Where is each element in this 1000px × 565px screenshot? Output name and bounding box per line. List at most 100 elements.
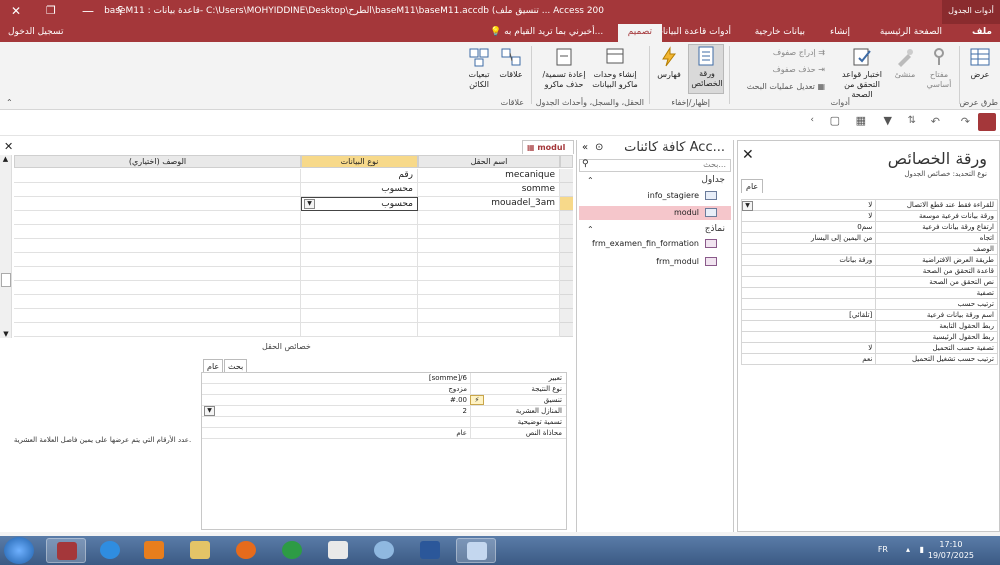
description-cell[interactable] — [14, 169, 301, 183]
property-row[interactable]: تصفية — [740, 287, 998, 299]
nav-pane-title[interactable]: كافة كائنات Acc... — [624, 140, 725, 155]
description-cell[interactable] — [14, 211, 301, 225]
field-property-row[interactable]: تعبير [somme]/6 — [202, 373, 566, 384]
primary-key-button[interactable]: مفتاح أساسي — [922, 46, 956, 90]
language-indicator[interactable]: FR — [878, 545, 888, 554]
builder-button[interactable]: منشئ — [890, 46, 920, 80]
data-type-cell[interactable]: محسوب — [301, 197, 418, 211]
table-row[interactable] — [0, 239, 575, 253]
sign-in-link[interactable]: تسجيل الدخول — [8, 27, 63, 37]
row-selector[interactable] — [560, 295, 573, 309]
nav-item-frm-modul[interactable]: frm_modul — [579, 255, 731, 269]
row-selector[interactable] — [560, 183, 573, 197]
data-type-cell[interactable]: رقم — [301, 169, 418, 183]
property-row[interactable]: ترتيب حسب — [740, 298, 998, 310]
property-row[interactable]: ربط الحقول التابعة — [740, 320, 998, 332]
close-property-sheet-icon[interactable]: ✕ — [742, 147, 754, 163]
field-property-row[interactable]: تنسيق #.00 ⚡ — [202, 395, 566, 406]
property-value[interactable]: لا — [740, 342, 877, 354]
field-name-cell[interactable] — [418, 225, 560, 239]
taskbar-app[interactable] — [456, 538, 496, 563]
row-selector[interactable] — [560, 267, 573, 281]
restore-icon[interactable]: ❐ — [46, 4, 56, 17]
property-value[interactable] — [740, 287, 877, 299]
dropdown-arrow-icon[interactable]: ▼ — [742, 201, 753, 211]
tab-external-data[interactable]: بيانات خارجية — [755, 27, 805, 37]
row-selector[interactable] — [560, 211, 573, 225]
collapse-ribbon-icon[interactable]: ⌃ — [6, 98, 13, 107]
description-cell[interactable] — [14, 267, 301, 281]
property-value[interactable]: ورقة بيانات — [740, 254, 877, 266]
property-value[interactable]: لا — [740, 210, 877, 222]
description-cell[interactable] — [14, 183, 301, 197]
taskbar-explorer[interactable] — [180, 538, 220, 563]
taskbar-chrome[interactable] — [272, 538, 312, 563]
tab-file[interactable]: ملف — [972, 27, 992, 37]
description-cell[interactable] — [14, 309, 301, 323]
tab-lookup[interactable]: بحث — [224, 359, 248, 373]
field-property-value[interactable]: #.00 — [216, 395, 470, 406]
row-selector[interactable] — [560, 169, 573, 183]
new-document-icon[interactable]: ▢ — [830, 114, 840, 127]
field-name-cell[interactable] — [418, 239, 560, 253]
field-property-value[interactable]: [somme]/6 — [216, 373, 470, 384]
modify-lookups-button[interactable]: تعديل عمليات البحث ▦ — [747, 82, 825, 91]
table-row[interactable] — [0, 281, 575, 295]
object-dependencies-button[interactable]: تبعيات الكائن — [464, 46, 494, 90]
row-selector[interactable] — [560, 323, 573, 337]
property-row[interactable]: ورقة بيانات طريقة العرض الافتراضية — [740, 254, 998, 266]
nav-search-input[interactable]: بحث... — [579, 159, 731, 172]
table-row[interactable]: somme محسوب — [0, 183, 575, 197]
property-row[interactable]: ربط الحقول الرئيسية — [740, 331, 998, 343]
redo-icon[interactable]: ↷ — [961, 115, 970, 128]
field-name-cell[interactable] — [418, 323, 560, 337]
taskbar-pdf[interactable] — [318, 538, 358, 563]
tray-expand-icon[interactable]: ▴ — [906, 545, 910, 554]
taskbar-access[interactable] — [46, 538, 86, 563]
clock[interactable]: 17:10 19/07/2025 — [928, 539, 974, 561]
minimize-icon[interactable]: — — [82, 4, 94, 18]
table-row[interactable]: ▼ mouadel_3am محسوب — [0, 197, 575, 211]
row-selector[interactable] — [560, 225, 573, 239]
test-validation-button[interactable]: اختبار قواعد التحقق من الصحة — [836, 46, 888, 100]
field-name-cell[interactable] — [418, 253, 560, 267]
customize-qat-icon[interactable]: ‹ — [810, 115, 814, 125]
field-name-cell[interactable]: mouadel_3am — [418, 197, 560, 211]
collapse-forms-icon[interactable]: ⌃ — [587, 225, 594, 234]
property-row[interactable]: الوصف — [740, 243, 998, 255]
table-row[interactable] — [0, 267, 575, 281]
nav-group-forms[interactable]: نماذج — [705, 224, 725, 234]
property-value[interactable] — [740, 298, 877, 310]
property-value[interactable] — [740, 276, 877, 288]
collapse-tables-icon[interactable]: ⌃ — [587, 176, 594, 185]
description-cell[interactable] — [14, 239, 301, 253]
table-row[interactable]: mecanique رقم — [0, 169, 575, 183]
description-cell[interactable] — [14, 225, 301, 239]
nav-item-modul[interactable]: modul — [579, 206, 731, 220]
field-name-cell[interactable] — [418, 211, 560, 225]
property-value[interactable] — [740, 243, 877, 255]
taskbar-ie[interactable] — [90, 538, 130, 563]
property-value[interactable]: من اليمين إلى اليسار — [740, 232, 877, 244]
property-value[interactable]: لا — [740, 199, 877, 211]
undo-icon[interactable]: ↶ — [931, 115, 940, 128]
field-name-cell[interactable] — [418, 309, 560, 323]
property-row[interactable]: لا تصفية حسب التحميل — [740, 342, 998, 354]
property-row[interactable]: نعم ترتيب حسب تشغيل التحميل — [740, 353, 998, 365]
property-row[interactable]: قاعدة التحقق من الصحة — [740, 265, 998, 277]
nav-group-tables[interactable]: جداول — [701, 175, 725, 185]
tell-me-box[interactable]: 💡 أخبرني بما تريد القيام به... — [490, 27, 603, 37]
field-name-cell[interactable]: mecanique — [418, 169, 560, 183]
table-row[interactable] — [0, 295, 575, 309]
data-type-cell[interactable] — [301, 323, 418, 337]
data-type-cell[interactable]: محسوب — [301, 183, 418, 197]
tab-general[interactable]: عام — [203, 359, 224, 373]
field-name-cell[interactable]: somme — [418, 183, 560, 197]
field-name-cell[interactable] — [418, 281, 560, 295]
property-row[interactable]: 0سم ارتفاع ورقة بيانات فرعية — [740, 221, 998, 233]
row-selector[interactable] — [560, 239, 573, 253]
property-value[interactable]: نعم — [740, 353, 877, 365]
data-type-cell[interactable] — [301, 211, 418, 225]
delete-rows-button[interactable]: حذف صفوف ⇥ — [773, 65, 826, 74]
filter-icon[interactable]: ▼ — [884, 114, 892, 127]
